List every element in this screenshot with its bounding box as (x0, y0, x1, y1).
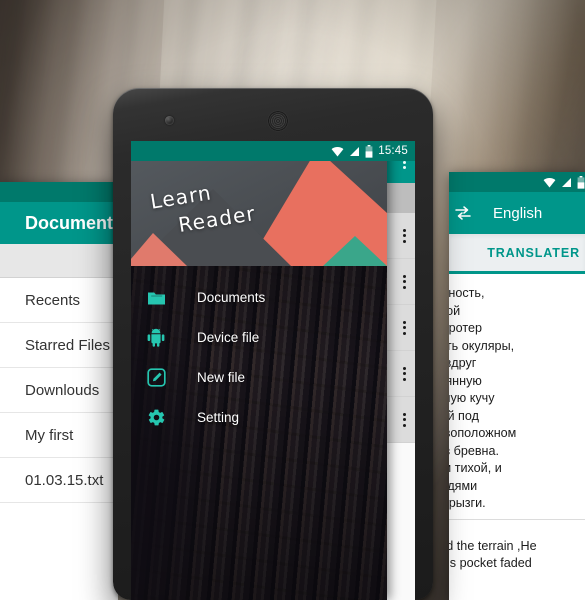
list-item-label: Starred Files (25, 336, 111, 354)
list-item[interactable]: My first (0, 413, 118, 458)
folder-icon (145, 286, 167, 308)
sidebar-item-label: Documents (197, 289, 266, 305)
left-toolbar-title: Documents (25, 212, 118, 233)
wifi-icon (543, 177, 556, 187)
wifi-icon (331, 146, 344, 156)
left-pathbar[interactable]: s (0, 244, 118, 278)
left-toolbar: Documents (0, 202, 118, 244)
sidebar-item-label: Setting (197, 409, 240, 425)
sidebar-item-label: Device file (197, 329, 260, 345)
source-line: дкручивать окуляры, (449, 338, 515, 353)
cell-signal-icon (350, 146, 360, 156)
overflow-menu-icon[interactable] (403, 274, 406, 289)
sidebar-item-label: New file (197, 369, 246, 385)
left-statusbar (0, 182, 118, 202)
edit-pencil-icon (145, 366, 167, 388)
cell-signal-icon (562, 177, 571, 187)
battery-icon (365, 144, 373, 158)
list-item-label: My first (25, 426, 74, 444)
phone-statusbar: 15:45 (131, 141, 415, 161)
list-item[interactable]: Recents (0, 278, 118, 323)
source-line: ки, большую кучу (449, 391, 495, 405)
gear-icon (145, 406, 167, 428)
source-line: на линялой (449, 303, 461, 318)
phone-top-bezel (113, 88, 433, 141)
right-statusbar (449, 172, 585, 192)
translated-line: tudied the terrain ,He (449, 538, 537, 553)
translator-tabbar: TRANSLATER (449, 234, 585, 274)
battery-icon (577, 175, 585, 189)
overflow-menu-icon[interactable] (403, 366, 406, 381)
list-item[interactable]: 01.03.15.txt (0, 458, 118, 503)
overflow-menu-icon[interactable] (403, 228, 406, 243)
sidebar-item-device-file[interactable]: Device file (131, 317, 387, 357)
list-item-label: Downlouds (25, 381, 100, 399)
source-line: на противоположном (449, 426, 517, 440)
phone-screen: 15:45 Learn Reader Documents Device file… (131, 141, 415, 600)
source-line: к над прядями (449, 478, 478, 493)
right-toolbar: English (449, 192, 585, 234)
source-line: ю ветру брызги. (449, 496, 486, 510)
source-line: окойной и тихой, и (449, 461, 502, 475)
android-phone-device: 15:45 Learn Reader Documents Device file… (113, 88, 433, 600)
swap-languages-icon[interactable] (455, 206, 471, 220)
translated-line: om his pocket faded (449, 556, 532, 570)
source-line: ел деревянную (449, 373, 482, 388)
statusbar-time: 15:45 (378, 145, 408, 157)
documents-screen-panel: Documents s Recents Starred Files Downlo… (0, 182, 118, 600)
list-item-label: Recents (25, 291, 81, 309)
sidebar-item-setting[interactable]: Setting (131, 397, 387, 437)
list-item-label: 01.03.15.txt (25, 471, 104, 489)
android-robot-icon (145, 326, 167, 348)
source-text-pane[interactable]: ший местность, на линялой та хаки, проте… (449, 274, 585, 520)
source-line: ший местность, (449, 286, 485, 300)
source-line: кали вниз бревна. (449, 443, 499, 458)
front-camera-icon (165, 116, 174, 125)
overflow-menu-icon[interactable] (403, 320, 406, 335)
list-item[interactable]: Downlouds (0, 368, 118, 413)
tab-translater[interactable]: TRANSLATER (487, 246, 580, 260)
sidebar-item-documents[interactable]: Documents (131, 277, 387, 317)
documents-list: Recents Starred Files Downlouds My first… (0, 278, 118, 503)
navigation-drawer: Learn Reader Documents Device file New f… (131, 141, 387, 600)
drawer-menu-list: Documents Device file New file Setting (131, 277, 387, 437)
overflow-menu-icon[interactable] (403, 412, 406, 427)
source-line: й, укрытой под (449, 408, 479, 423)
sidebar-item-new-file[interactable]: New file (131, 357, 387, 397)
earpiece-speaker-icon (268, 111, 288, 131)
translated-text-pane[interactable]: tudied the terrain ,He om his pocket fad… (449, 520, 585, 579)
translator-screen-panel: English TRANSLATER ший местность, на лин… (449, 172, 585, 600)
source-line: елались вдруг (449, 356, 477, 370)
list-item[interactable]: Starred Files (0, 323, 118, 368)
source-line: та хаки, протер (449, 321, 483, 335)
right-toolbar-title: English (493, 204, 543, 222)
